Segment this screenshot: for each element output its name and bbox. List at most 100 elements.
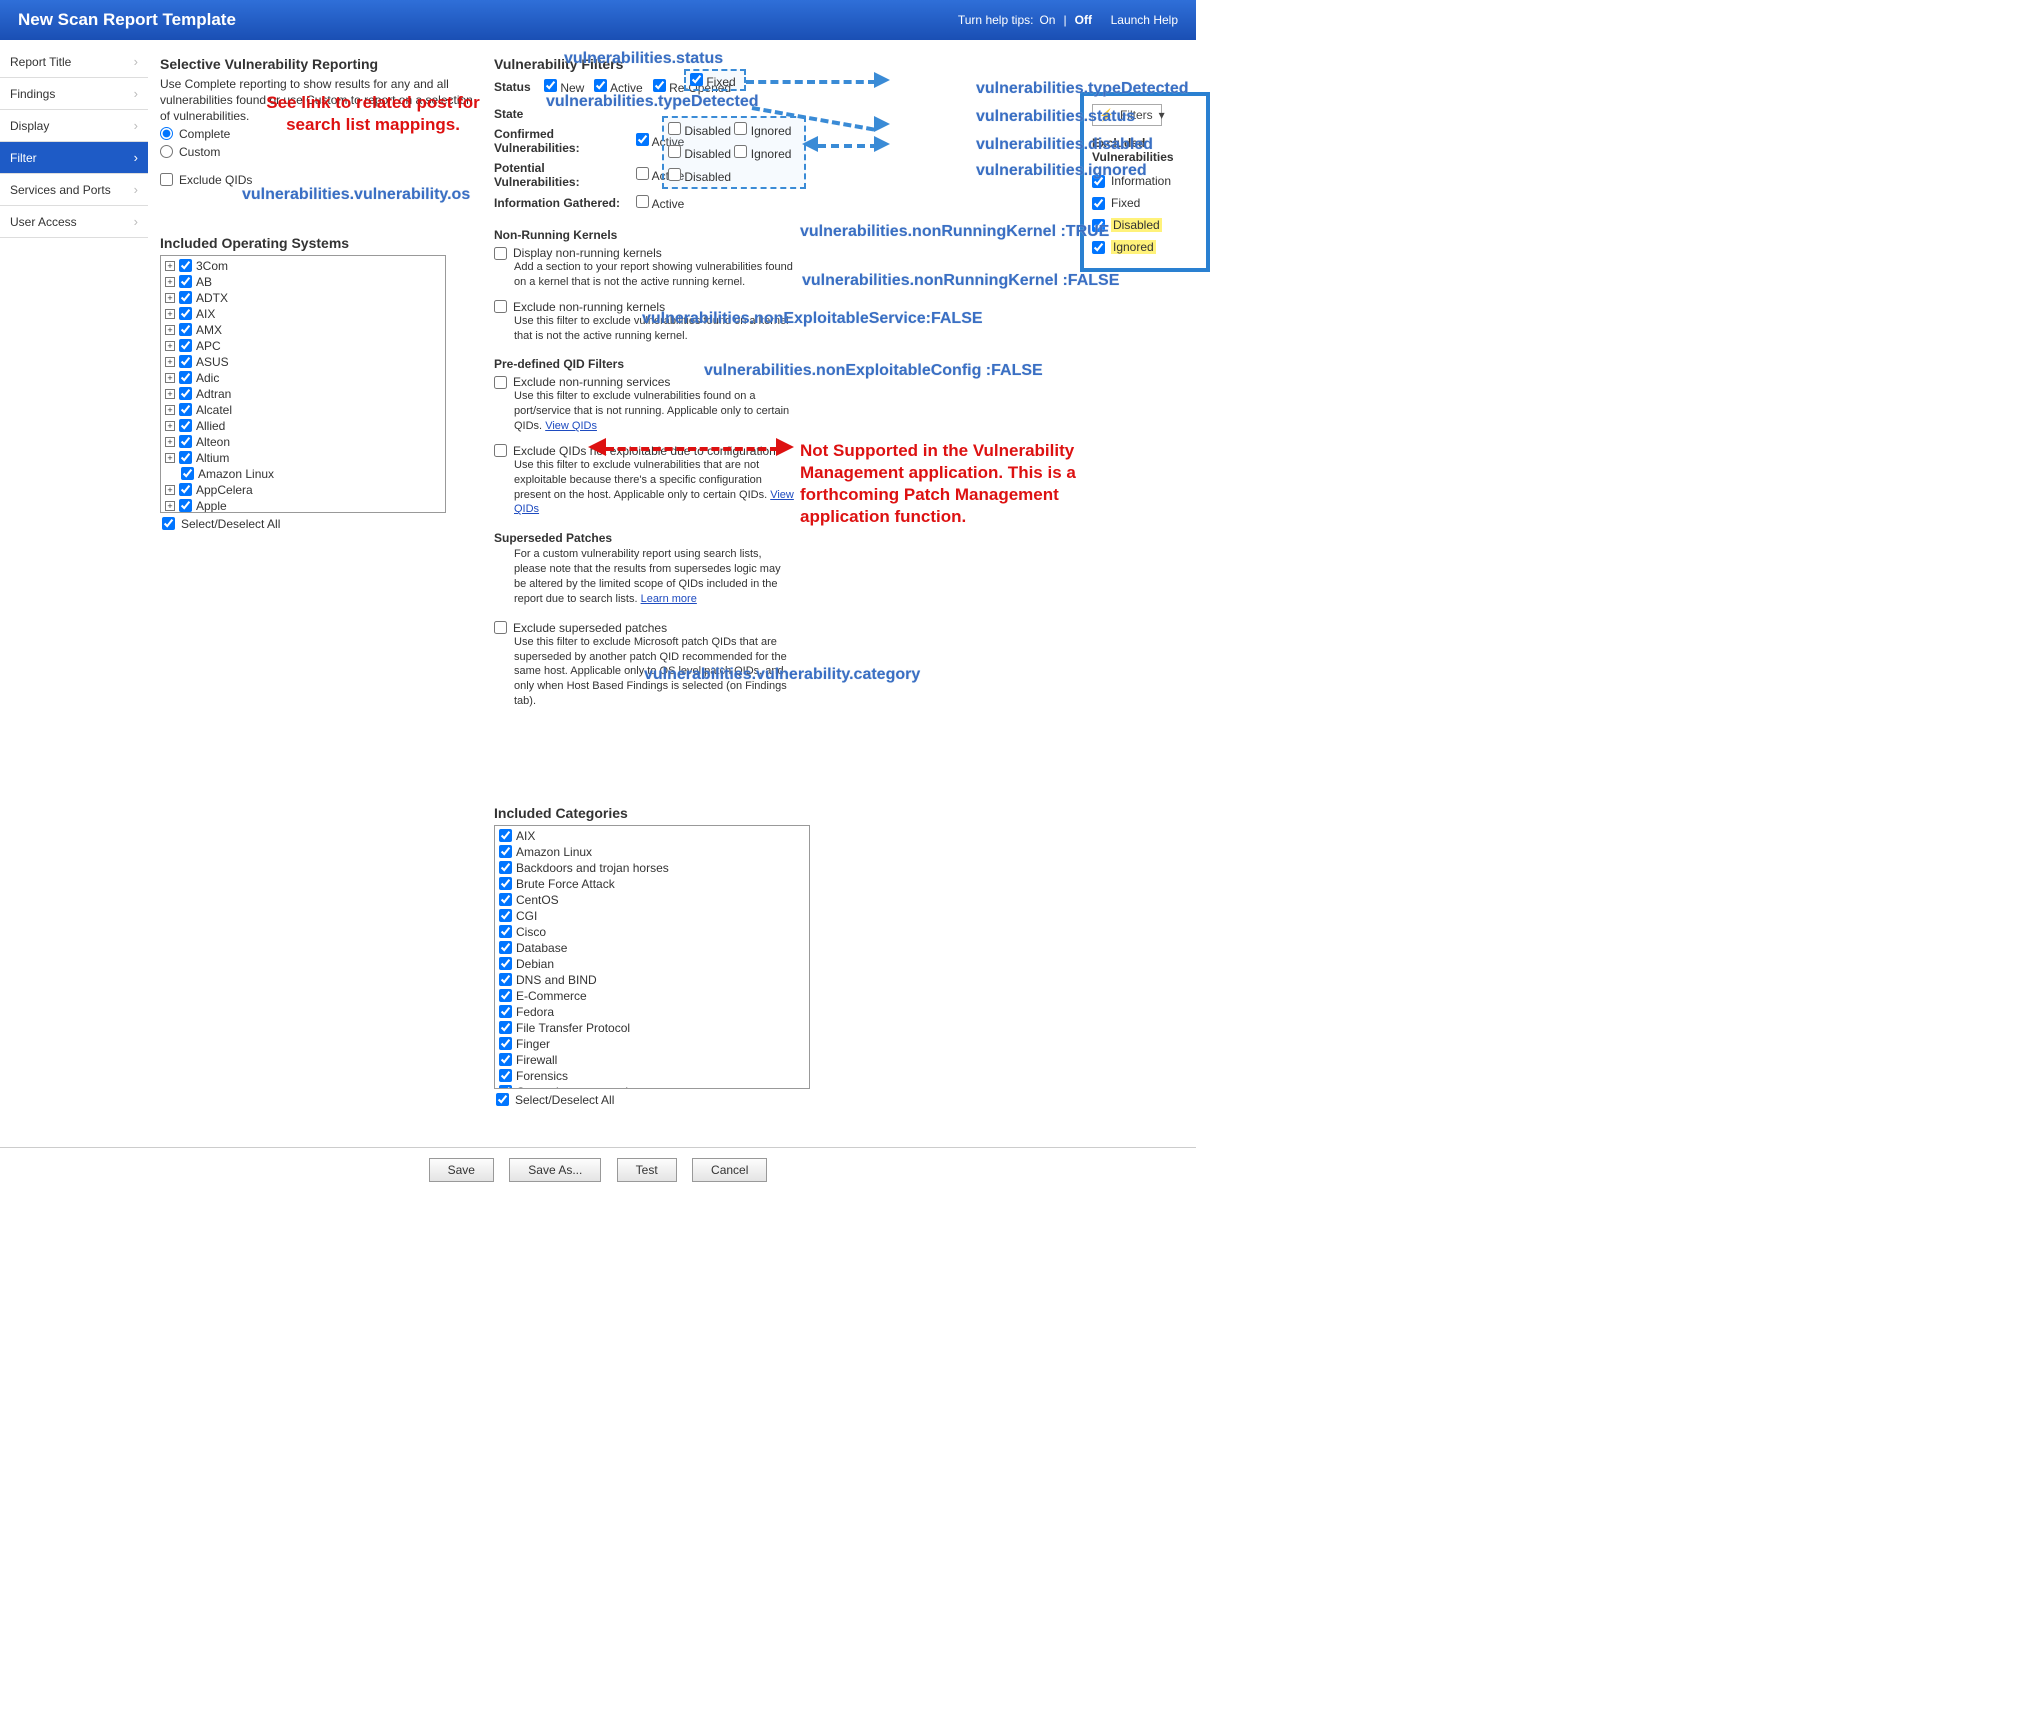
filters-dropdown[interactable]: ⚡ Filters ▾: [1092, 104, 1162, 126]
learn-more[interactable]: Learn more: [641, 593, 697, 605]
expand-icon[interactable]: +: [165, 309, 175, 319]
category-item[interactable]: Backdoors and trojan horses: [497, 860, 807, 876]
categories-listbox[interactable]: AIX Amazon Linux Backdoors and trojan ho…: [494, 825, 810, 1089]
nrk-exclude-desc: Use this filter to exclude vulnerabiliti…: [514, 314, 794, 344]
os-listbox[interactable]: + 3Com+ AB+ ADTX+ AIX+ AMX+ APC+ ASUS+ A…: [160, 255, 446, 513]
info-label: Information Gathered:: [494, 196, 626, 210]
sidenav-item-filter[interactable]: Filter›: [0, 142, 148, 174]
category-item[interactable]: Brute Force Attack: [497, 876, 807, 892]
save-as-button[interactable]: Save As...: [509, 1158, 601, 1182]
os-item[interactable]: + Adtran: [163, 386, 443, 402]
nrk-exclude[interactable]: Exclude non-running kernels: [494, 300, 1184, 314]
expand-icon[interactable]: +: [165, 421, 175, 431]
qid-config[interactable]: Exclude QIDs not exploitable due to conf…: [494, 444, 1184, 458]
expand-icon[interactable]: +: [165, 437, 175, 447]
nrk-display-desc: Add a section to your report showing vul…: [514, 260, 794, 290]
os-select-all[interactable]: Select/Deselect All: [160, 513, 480, 531]
view-qids-1[interactable]: View QIDs: [545, 420, 597, 432]
category-item[interactable]: Fedora: [497, 1004, 807, 1020]
expand-icon[interactable]: +: [165, 277, 175, 287]
potential-label: Potential Vulnerabilities:: [494, 161, 626, 189]
expand-icon[interactable]: +: [165, 405, 175, 415]
exclude-qids-check[interactable]: Exclude QIDs: [160, 171, 480, 189]
os-item[interactable]: + Altium: [163, 450, 443, 466]
status-new[interactable]: New: [544, 79, 584, 95]
panel-item-fixed[interactable]: Fixed: [1092, 192, 1198, 214]
panel-item-disabled[interactable]: Disabled: [1092, 214, 1198, 236]
confirmed-label: Confirmed Vulnerabilities:: [494, 127, 626, 155]
info-active[interactable]: Active: [636, 195, 684, 211]
sup-title: Superseded Patches: [494, 531, 1184, 545]
expand-icon[interactable]: +: [165, 485, 175, 495]
categories-select-all[interactable]: Select/Deselect All: [494, 1089, 1184, 1107]
expand-icon[interactable]: +: [165, 357, 175, 367]
help-tips-on[interactable]: On: [1039, 13, 1055, 27]
category-item[interactable]: AIX: [497, 828, 807, 844]
qid-title: Pre-defined QID Filters: [494, 357, 1184, 371]
category-item[interactable]: Database: [497, 940, 807, 956]
category-item[interactable]: Debian: [497, 956, 807, 972]
os-item[interactable]: + ADTX: [163, 290, 443, 306]
sidenav-item-services-and-ports[interactable]: Services and Ports›: [0, 174, 148, 206]
qid-config-desc: Use this filter to exclude vulnerabiliti…: [514, 458, 794, 517]
state-label: State: [494, 107, 534, 121]
expand-icon[interactable]: +: [165, 293, 175, 303]
category-item[interactable]: E-Commerce: [497, 988, 807, 1004]
expand-icon[interactable]: +: [165, 261, 175, 271]
os-item[interactable]: + Adic: [163, 370, 443, 386]
os-item[interactable]: + ASUS: [163, 354, 443, 370]
status-active[interactable]: Active: [594, 79, 642, 95]
chevron-right-icon: ›: [134, 118, 138, 133]
os-item[interactable]: + AIX: [163, 306, 443, 322]
qid-services[interactable]: Exclude non-running services: [494, 375, 1184, 389]
radio-complete[interactable]: Complete: [160, 125, 480, 143]
os-item[interactable]: + Alcatel: [163, 402, 443, 418]
sup-desc: For a custom vulnerability report using …: [514, 547, 794, 606]
save-button[interactable]: Save: [429, 1158, 494, 1182]
launch-help-link[interactable]: Launch Help: [1111, 13, 1178, 27]
selective-title: Selective Vulnerability Reporting: [160, 56, 480, 72]
category-item[interactable]: Firewall: [497, 1052, 807, 1068]
expand-icon[interactable]: +: [165, 341, 175, 351]
expand-icon[interactable]: +: [165, 389, 175, 399]
chevron-down-icon: ▾: [1159, 108, 1165, 122]
category-item[interactable]: CGI: [497, 908, 807, 924]
os-item[interactable]: + Alteon: [163, 434, 443, 450]
expand-icon[interactable]: +: [165, 325, 175, 335]
potential-active[interactable]: Active: [636, 167, 684, 183]
cancel-button[interactable]: Cancel: [692, 1158, 767, 1182]
sidenav-item-report-title[interactable]: Report Title›: [0, 46, 148, 78]
expand-icon[interactable]: +: [165, 373, 175, 383]
os-item[interactable]: Amazon Linux: [163, 466, 443, 482]
panel-item-information[interactable]: Information: [1092, 170, 1198, 192]
chevron-right-icon: ›: [134, 182, 138, 197]
radio-custom[interactable]: Custom: [160, 143, 480, 161]
expand-icon[interactable]: +: [165, 453, 175, 463]
sup-exclude[interactable]: Exclude superseded patches: [494, 621, 1184, 635]
os-item[interactable]: + APC: [163, 338, 443, 354]
category-item[interactable]: Forensics: [497, 1068, 807, 1084]
os-item[interactable]: + AB: [163, 274, 443, 290]
chevron-right-icon: ›: [134, 150, 138, 165]
os-item[interactable]: + 3Com: [163, 258, 443, 274]
category-item[interactable]: File Transfer Protocol: [497, 1020, 807, 1036]
sidenav-item-findings[interactable]: Findings›: [0, 78, 148, 110]
sidenav-item-user-access[interactable]: User Access›: [0, 206, 148, 238]
os-item[interactable]: + AppCelera: [163, 482, 443, 498]
category-item[interactable]: Amazon Linux: [497, 844, 807, 860]
panel-item-ignored[interactable]: Ignored: [1092, 236, 1198, 258]
confirmed-active[interactable]: Active: [636, 133, 684, 149]
expand-icon[interactable]: +: [165, 501, 175, 511]
test-button[interactable]: Test: [617, 1158, 677, 1182]
category-item[interactable]: Finger: [497, 1036, 807, 1052]
status-reopened[interactable]: Re-Opened: [653, 79, 731, 95]
os-item[interactable]: + Apple: [163, 498, 443, 513]
category-item[interactable]: DNS and BIND: [497, 972, 807, 988]
os-item[interactable]: + Allied: [163, 418, 443, 434]
sidenav-item-display[interactable]: Display›: [0, 110, 148, 142]
os-item[interactable]: + AMX: [163, 322, 443, 338]
category-item[interactable]: Cisco: [497, 924, 807, 940]
help-tips-off[interactable]: Off: [1075, 13, 1092, 27]
side-nav: Report Title›Findings›Display›Filter›Ser…: [0, 40, 148, 1117]
category-item[interactable]: CentOS: [497, 892, 807, 908]
